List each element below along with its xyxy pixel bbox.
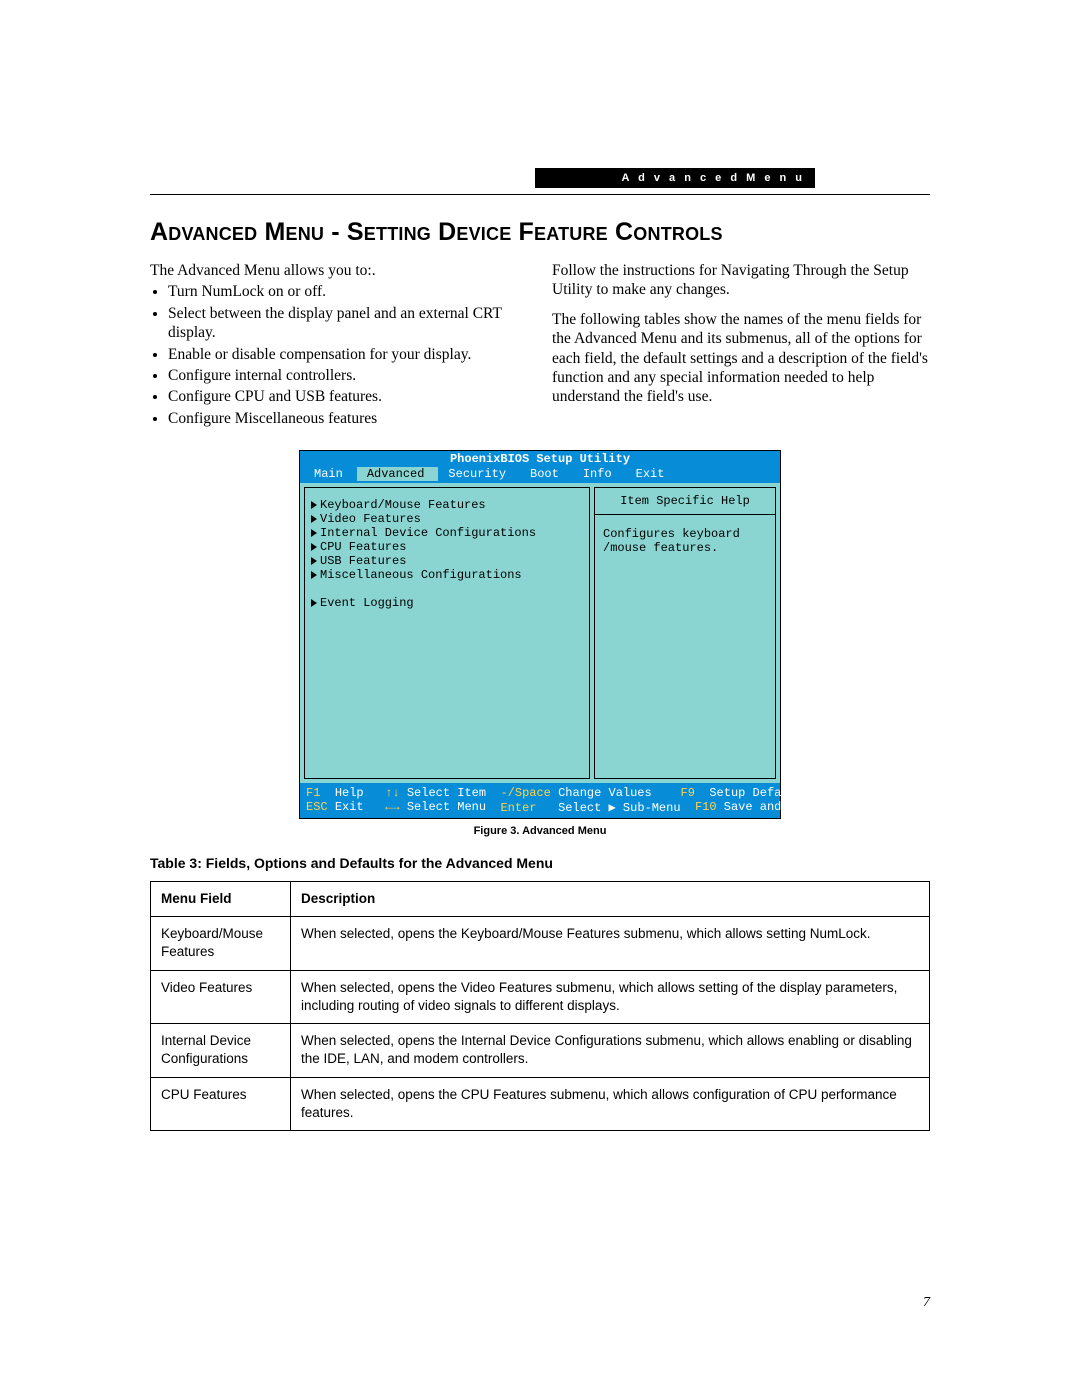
bios-menu-item: USB Features: [311, 554, 583, 568]
bios-menu-label: CPU Features: [320, 540, 406, 554]
bios-tab-security: Security: [438, 467, 520, 481]
bios-title: PhoenixBIOS Setup Utility: [300, 451, 780, 467]
bios-menu-label: Keyboard/Mouse Features: [320, 498, 486, 512]
bios-menu-label: Event Logging: [320, 596, 414, 610]
feature-item: Configure CPU and USB features.: [168, 387, 528, 406]
bios-tab-boot: Boot: [520, 467, 573, 481]
triangle-right-icon: [311, 599, 317, 607]
bios-tab-main: Main: [304, 467, 357, 481]
section-header: A d v a n c e d M e n u: [535, 168, 815, 188]
feature-item: Configure internal controllers.: [168, 366, 528, 385]
triangle-right-icon: [311, 571, 317, 579]
bios-tab-info: Info: [573, 467, 626, 481]
key-label: Exit: [335, 800, 364, 814]
key-esc: ESC: [306, 800, 328, 814]
table-row: Video FeaturesWhen selected, opens the V…: [151, 970, 930, 1023]
bios-tabs: Main Advanced Security Boot Info Exit: [300, 467, 780, 483]
key-updown: ↑↓: [385, 786, 399, 800]
col-description: Description: [291, 882, 930, 917]
triangle-right-icon: [311, 501, 317, 509]
triangle-right-icon: [311, 515, 317, 523]
bios-menu-item: Keyboard/Mouse Features: [311, 498, 583, 512]
table-row: Keyboard/Mouse FeaturesWhen selected, op…: [151, 917, 930, 970]
key-label: Change Values: [558, 786, 652, 800]
bios-tab-advanced: Advanced: [357, 467, 439, 481]
key-label: Select Menu: [407, 800, 486, 814]
feature-item: Turn NumLock on or off.: [168, 282, 528, 301]
bios-screenshot: PhoenixBIOS Setup Utility Main Advanced …: [299, 450, 781, 819]
cell-menu-field: Internal Device Configurations: [151, 1024, 291, 1077]
key-enter: Enter: [500, 801, 536, 815]
table-row: CPU FeaturesWhen selected, opens the CPU…: [151, 1077, 930, 1130]
bios-menu-label: USB Features: [320, 554, 406, 568]
key-label: Help: [335, 786, 364, 800]
cell-menu-field: CPU Features: [151, 1077, 291, 1130]
section-header-label: A d v a n c e d M e n u: [621, 172, 805, 184]
bios-footer: F1 Help ↑↓ Select Item -/Space Change Va…: [300, 783, 780, 818]
fields-table: Menu Field Description Keyboard/Mouse Fe…: [150, 881, 930, 1131]
bios-menu-item: CPU Features: [311, 540, 583, 554]
intro-left: The Advanced Menu allows you to:.: [150, 261, 528, 280]
bios-help-header: Item Specific Help: [594, 487, 776, 514]
table-header-row: Menu Field Description: [151, 882, 930, 917]
bios-tab-exit: Exit: [626, 467, 679, 481]
key-space: -/Space: [500, 786, 550, 800]
triangle-right-icon: [311, 543, 317, 551]
page-number: 7: [923, 1295, 930, 1311]
cell-description: When selected, opens the Video Features …: [291, 970, 930, 1023]
triangle-right-icon: [311, 529, 317, 537]
key-leftright: ←→: [385, 800, 399, 814]
page-title: Advanced Menu - Setting Device Feature C…: [150, 218, 930, 247]
key-f9: F9: [681, 786, 695, 800]
cell-description: When selected, opens the Keyboard/Mouse …: [291, 917, 930, 970]
feature-list: Turn NumLock on or off. Select between t…: [150, 282, 528, 428]
bios-menu-item: Event Logging: [311, 596, 583, 610]
cell-menu-field: Video Features: [151, 970, 291, 1023]
key-f10: F10: [695, 800, 717, 814]
bios-menu-item: Video Features: [311, 512, 583, 526]
bios-menu-label: Internal Device Configurations: [320, 526, 536, 540]
bios-menu-item: Miscellaneous Configurations: [311, 568, 583, 582]
cell-description: When selected, opens the Internal Device…: [291, 1024, 930, 1077]
feature-item: Select between the display panel and an …: [168, 304, 528, 343]
key-label: Save and Exit: [724, 800, 818, 814]
figure-caption: Figure 3. Advanced Menu: [150, 825, 930, 837]
cell-description: When selected, opens the CPU Features su…: [291, 1077, 930, 1130]
para-right-2: The following tables show the names of t…: [552, 310, 930, 407]
key-label: Setup Defaults: [709, 786, 810, 800]
feature-item: Configure Miscellaneous features: [168, 409, 528, 428]
bios-menu-label: Miscellaneous Configurations: [320, 568, 522, 582]
table-caption: Table 3: Fields, Options and Defaults fo…: [150, 855, 930, 871]
triangle-right-icon: [311, 557, 317, 565]
bios-menu-item: Internal Device Configurations: [311, 526, 583, 540]
bios-menu-label: Video Features: [320, 512, 421, 526]
key-f1: F1: [306, 786, 320, 800]
key-label: Select ▶ Sub-Menu: [558, 801, 680, 815]
para-right-1: Follow the instructions for Navigating T…: [552, 261, 930, 300]
col-menu-field: Menu Field: [151, 882, 291, 917]
table-row: Internal Device ConfigurationsWhen selec…: [151, 1024, 930, 1077]
cell-menu-field: Keyboard/Mouse Features: [151, 917, 291, 970]
key-label: Select Item: [407, 786, 486, 800]
bios-menu-list: Keyboard/Mouse Features Video Features I…: [304, 487, 590, 779]
header-rule: [150, 194, 930, 195]
feature-item: Enable or disable compensation for your …: [168, 345, 528, 364]
bios-help-text: Configures keyboard /mouse features.: [594, 514, 776, 779]
